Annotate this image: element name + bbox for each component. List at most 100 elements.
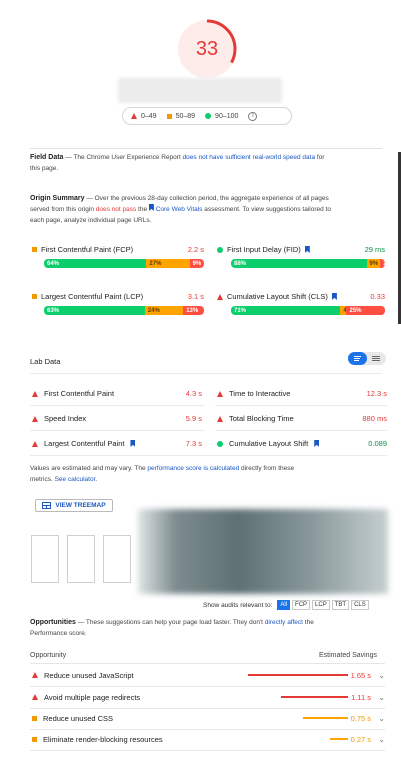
circle-icon xyxy=(217,440,223,447)
bar-good: 88% xyxy=(231,259,367,268)
score-value: 33 xyxy=(195,37,219,60)
divider xyxy=(30,373,382,374)
performance-score-link[interactable]: performance score is calculated xyxy=(147,465,239,472)
metric-value: 2.2 s xyxy=(187,245,204,254)
bar-good: 71% xyxy=(231,306,341,315)
treemap-icon xyxy=(42,502,52,509)
square-icon xyxy=(32,715,37,721)
origin-summary-section: Origin Summary — Over the previous 28-da… xyxy=(30,195,331,224)
opportunity-row[interactable]: Reduce unused JavaScript 1.65 s ⌄ xyxy=(30,664,385,686)
triangle-icon xyxy=(32,415,38,422)
triangle-icon xyxy=(32,672,38,678)
chevron-down-icon[interactable]: ⌄ xyxy=(378,693,385,702)
legend-average: 50–89 xyxy=(166,113,195,120)
col-opportunity: Opportunity xyxy=(30,652,67,659)
bar-average: 27% xyxy=(146,259,190,268)
col-savings: Estimated Savings xyxy=(319,652,377,659)
bar-poor: 13% xyxy=(183,306,204,315)
bookmark-icon xyxy=(331,293,337,300)
metric-value: 29 ms xyxy=(364,245,385,254)
square-icon xyxy=(32,247,37,252)
filter-cls[interactable]: CLS xyxy=(351,600,369,610)
bookmark-icon xyxy=(130,440,136,447)
opportunity-row[interactable]: Reduce unused CSS 0.75 s ⌄ xyxy=(30,707,385,729)
triangle-icon xyxy=(217,293,223,300)
filter-all[interactable]: All xyxy=(277,600,291,610)
score-legend: 0–49 50–89 90–100 i xyxy=(122,107,292,125)
view-toggle[interactable] xyxy=(348,352,386,365)
savings-bar xyxy=(281,696,348,698)
lab-metric-tbt: Total Blocking Time 880 ms xyxy=(217,414,387,423)
lab-metric-cls: Cumulative Layout Shift 0.089 xyxy=(217,439,387,448)
field-data-title: Field Data xyxy=(30,154,64,161)
estimate-note: Values are estimated and may vary. The p… xyxy=(30,465,295,483)
opportunity-row[interactable]: Avoid multiple page redirects 1.11 s ⌄ xyxy=(30,686,385,708)
bar-good: 63% xyxy=(44,306,145,315)
triangle-icon xyxy=(32,390,38,397)
divider xyxy=(30,148,382,149)
circle-icon xyxy=(217,246,223,253)
opportunities-title: Opportunities xyxy=(30,619,76,626)
metric-fid: First Input Delay (FID) 29 ms 88% 9% 2% xyxy=(217,245,385,268)
lab-data-title: Lab Data xyxy=(30,357,61,366)
not-pass-text: does not pass xyxy=(95,206,137,213)
lab-metric-tti: Time to Interactive 12.3 s xyxy=(217,389,387,398)
triangle-icon xyxy=(217,415,223,422)
chevron-down-icon[interactable]: ⌄ xyxy=(378,735,385,744)
filter-lcp[interactable]: LCP xyxy=(312,600,330,610)
triangle-icon xyxy=(32,694,38,700)
legend-good: 90–100 xyxy=(205,113,238,120)
lab-metric-lcp: Largest Contentful Paint 7.3 s xyxy=(32,439,202,448)
chevron-down-icon[interactable]: ⌄ xyxy=(378,671,385,680)
view-treemap-button[interactable]: VIEW TREEMAP xyxy=(35,499,113,512)
lab-metric-speed-index: Speed Index 5.9 s xyxy=(32,414,202,423)
chevron-down-icon[interactable]: ⌄ xyxy=(378,714,385,723)
page-url-redacted xyxy=(118,78,282,103)
field-data-link[interactable]: does not have sufficient real-world spee… xyxy=(183,154,316,161)
metric-cls: Cumulative Layout Shift (CLS) 0.33 71% 4… xyxy=(217,292,385,315)
origin-summary-title: Origin Summary xyxy=(30,195,85,202)
distribution-bar: 64% 27% 9% xyxy=(44,259,204,268)
triangle-icon xyxy=(217,390,223,397)
filmstrip-frame xyxy=(31,535,59,583)
audit-filter: Show audits relevant to: All FCP LCP TBT… xyxy=(203,600,369,610)
metric-value: 0.33 xyxy=(370,292,385,301)
final-screenshot-redacted xyxy=(138,509,388,594)
square-icon xyxy=(32,294,37,299)
info-icon[interactable]: i xyxy=(248,111,258,121)
filter-tbt[interactable]: TBT xyxy=(331,600,350,610)
bar-poor: 2% xyxy=(380,259,385,268)
savings-bar xyxy=(248,674,348,676)
filmstrip-frame xyxy=(67,535,95,583)
directly-affect-link[interactable]: directly affect xyxy=(265,619,303,626)
core-web-vitals-link[interactable]: Core Web Vitals xyxy=(156,206,203,213)
distribution-bar: 71% 4% 25% xyxy=(231,306,385,315)
savings-bar xyxy=(330,738,348,740)
bar-average: 9% xyxy=(366,259,381,268)
bookmark-icon xyxy=(148,204,154,211)
bar-average: 24% xyxy=(144,306,184,315)
distribution-bar: 88% 9% 2% xyxy=(231,259,385,268)
savings-bar xyxy=(303,717,348,719)
metric-lcp: Largest Contentful Paint (LCP) 3.1 s 63%… xyxy=(32,292,204,315)
square-icon xyxy=(32,736,37,742)
metric-fcp: First Contentful Paint (FCP) 2.2 s 64% 2… xyxy=(32,245,204,268)
field-data-section: Field Data — The Chrome User Experience … xyxy=(30,154,325,172)
square-icon xyxy=(166,113,172,119)
calculator-link[interactable]: See calculator. xyxy=(55,476,98,483)
bar-good: 64% xyxy=(44,259,147,268)
distribution-bar: 63% 24% 13% xyxy=(44,306,204,315)
bookmark-icon xyxy=(314,440,320,447)
triangle-icon xyxy=(32,440,38,447)
filmstrip-frame xyxy=(103,535,131,583)
circle-icon xyxy=(205,113,212,119)
opportunities-section: Opportunities — These suggestions can he… xyxy=(30,619,314,637)
lab-metric-fcp: First Contentful Paint 4.3 s xyxy=(32,389,202,398)
bar-poor: 9% xyxy=(189,259,204,268)
metric-value: 3.1 s xyxy=(187,292,204,301)
filter-fcp[interactable]: FCP xyxy=(292,600,311,610)
legend-poor: 0–49 xyxy=(131,113,157,120)
opportunity-row[interactable]: Eliminate render-blocking resources 0.27… xyxy=(30,728,385,750)
bar-poor: 25% xyxy=(346,306,385,315)
triangle-icon xyxy=(131,113,137,119)
